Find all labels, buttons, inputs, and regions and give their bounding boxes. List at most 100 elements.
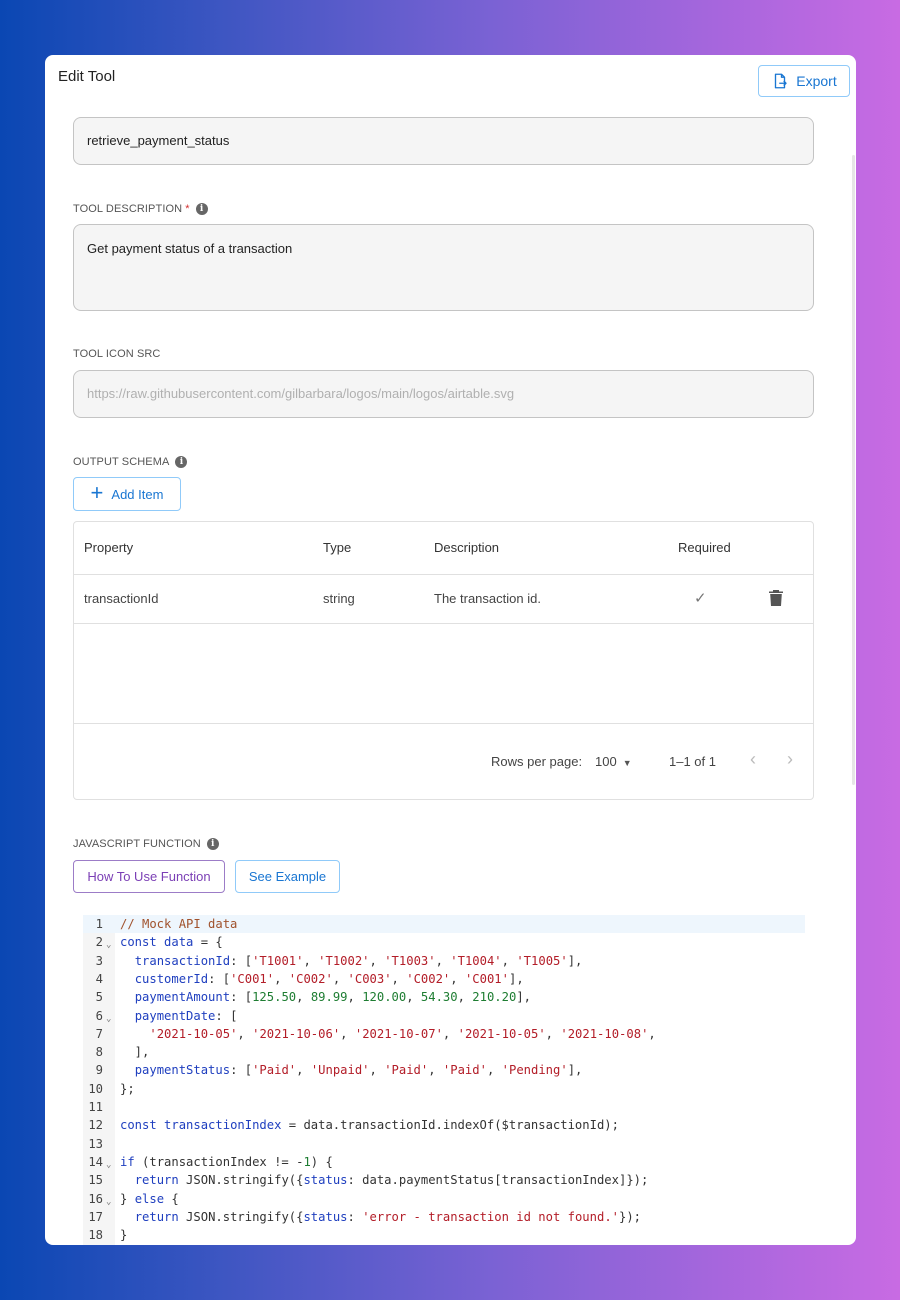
code-line[interactable]: 16 ⌄} else { [83, 1190, 805, 1208]
line-number: 16 [88, 1191, 103, 1206]
code-line[interactable]: 4 customerId: ['C001', 'C002', 'C003', '… [83, 970, 805, 988]
code-text: return JSON.stringify({status: data.paym… [134, 1173, 649, 1188]
code-line[interactable]: 18} [83, 1226, 805, 1244]
see-example-label: See Example [248, 869, 327, 884]
export-button[interactable]: Export [758, 65, 850, 97]
cell-property: transactionId [84, 591, 159, 606]
line-number: 15 [88, 1173, 103, 1188]
scrollbar[interactable] [852, 155, 855, 785]
output-schema-label-text: OUTPUT SCHEMA [73, 456, 170, 468]
add-item-label: Add Item [111, 486, 164, 502]
cell-type: string [323, 591, 355, 606]
code-line[interactable]: 14 ⌄ if (transactionIndex != -1) { [83, 1153, 805, 1171]
line-number: 8 [95, 1045, 103, 1060]
code-text: transactionId: ['T1001', 'T1002', 'T1003… [134, 953, 583, 968]
tool-name-field[interactable]: retrieve_payment_status [73, 117, 814, 165]
code-line[interactable]: 12 const transactionIndex = data.transact… [83, 1116, 805, 1134]
tool-icon-src-input[interactable] [87, 386, 800, 401]
code-line[interactable]: 3 transactionId: ['T1001', 'T1002', 'T10… [83, 952, 805, 970]
code-text: paymentStatus: ['Paid', 'Unpaid', 'Paid'… [134, 1063, 583, 1078]
edit-tool-dialog: Edit Tool Export retrieve_payment_status… [45, 55, 856, 1245]
table-row[interactable]: transactionId string The transaction id.… [74, 574, 813, 624]
line-number: 18 [88, 1228, 103, 1243]
line-number: 5 [95, 990, 103, 1005]
code-text: return JSON.stringify({status: 'error - … [134, 1209, 642, 1224]
tool-icon-src-label-text: TOOL ICON SRC [73, 348, 161, 360]
code-text: }; [120, 1081, 135, 1096]
code-text: paymentAmount: [125.50, 89.99, 120.00, 5… [134, 990, 531, 1005]
checkmark-icon: ✓ [694, 590, 707, 607]
tool-icon-src-label: TOOL ICON SRC [73, 348, 160, 360]
line-number: 12 [88, 1118, 103, 1133]
output-schema-label: OUTPUT SCHEMA i [73, 456, 188, 468]
code-line[interactable]: 7 '2021-10-05', '2021-10-06', '2021-10-0… [83, 1025, 805, 1043]
table-pagination: Rows per page: 100 ▼ 1–1 of 1 ‹ › [74, 723, 813, 801]
info-icon[interactable]: i [175, 456, 188, 468]
tool-description-label: TOOL DESCRIPTION * i [73, 203, 208, 215]
code-line[interactable]: 8 ], [83, 1043, 805, 1061]
column-header-property[interactable]: Property [84, 540, 133, 555]
code-line[interactable]: 6 ⌄ paymentDate: [ [83, 1007, 805, 1025]
how-to-use-function-label: How To Use Function [87, 869, 211, 884]
code-line[interactable]: 10}; [83, 1080, 805, 1098]
code-line[interactable]: 5 paymentAmount: [125.50, 89.99, 120.00,… [83, 988, 805, 1006]
tool-description-field[interactable]: Get payment status of a transaction [73, 224, 814, 311]
code-line[interactable]: 13 [83, 1135, 805, 1153]
code-line[interactable]: 17 return JSON.stringify({status: 'error… [83, 1208, 805, 1226]
column-header-required[interactable]: Required [678, 540, 731, 555]
line-number: 7 [95, 1026, 103, 1041]
column-header-type[interactable]: Type [323, 540, 351, 555]
code-text: if (transactionIndex != -1) { [120, 1154, 333, 1169]
pagination-range: 1–1 of 1 [669, 754, 716, 769]
line-number: 14 [88, 1154, 103, 1169]
code-line[interactable]: 1 // Mock API data [83, 915, 805, 934]
javascript-function-label: JAVASCRIPT FUNCTION i [73, 838, 219, 850]
dialog-title: Edit Tool [58, 68, 116, 85]
rows-per-page-value: 100 [595, 754, 617, 769]
line-number: 2 [95, 935, 103, 950]
tool-name-value: retrieve_payment_status [87, 133, 230, 148]
how-to-use-function-button[interactable]: How To Use Function [73, 860, 225, 893]
code-line[interactable]: 15 return JSON.stringify({status: data.p… [83, 1171, 805, 1189]
trash-icon[interactable] [769, 590, 783, 609]
code-text: const data = { [120, 935, 223, 950]
cell-description: The transaction id. [434, 591, 541, 606]
tool-icon-src-field[interactable] [73, 370, 814, 418]
code-text: } [120, 1228, 128, 1243]
code-text: // Mock API data [120, 917, 238, 931]
code-editor[interactable]: 1// Mock API data 2 ⌄ const data = {3 trans… [83, 915, 805, 1245]
code-line[interactable]: 2 ⌄ const data = { [83, 933, 805, 951]
code-text: } else { [120, 1191, 179, 1206]
line-number: 17 [88, 1209, 103, 1224]
line-number: 4 [95, 971, 103, 986]
chevron-right-icon[interactable]: › [787, 749, 793, 770]
chevron-left-icon[interactable]: ‹ [750, 749, 756, 770]
line-number: 6 [95, 1008, 103, 1023]
caret-down-icon: ▼ [622, 758, 632, 768]
code-text: ], [120, 1045, 150, 1060]
required-asterisk: * [185, 203, 190, 215]
code-line[interactable]: 11 [83, 1098, 805, 1116]
line-number: 3 [95, 953, 103, 968]
code-text: const transactionIndex = data.transactio… [120, 1118, 619, 1133]
code-text: customerId: ['C001', 'C002', 'C003', 'C0… [134, 971, 524, 986]
line-number: 13 [88, 1136, 103, 1151]
plus-icon: + [90, 480, 104, 505]
table-header: Property Type Description Required [74, 522, 813, 575]
line-number: 9 [95, 1063, 103, 1078]
see-example-button[interactable]: See Example [235, 860, 340, 893]
info-icon[interactable]: i [195, 203, 208, 215]
export-label: Export [796, 73, 837, 89]
code-line[interactable]: 9 paymentStatus: ['Paid', 'Unpaid', 'Pai… [83, 1061, 805, 1079]
info-icon[interactable]: i [206, 838, 219, 850]
line-number: 10 [88, 1081, 103, 1096]
javascript-function-label-text: JAVASCRIPT FUNCTION [73, 838, 201, 850]
rows-per-page-label: Rows per page: [491, 754, 583, 769]
add-item-button[interactable]: + Add Item [73, 477, 181, 511]
output-schema-table: Property Type Description Required trans… [73, 521, 814, 800]
tool-description-value: Get payment status of a transaction [87, 241, 293, 256]
column-header-description[interactable]: Description [434, 540, 499, 555]
rows-per-page-select[interactable]: 100 ▼ [595, 754, 632, 769]
tool-description-label-text: TOOL DESCRIPTION [73, 203, 183, 215]
line-number: 11 [88, 1100, 103, 1114]
